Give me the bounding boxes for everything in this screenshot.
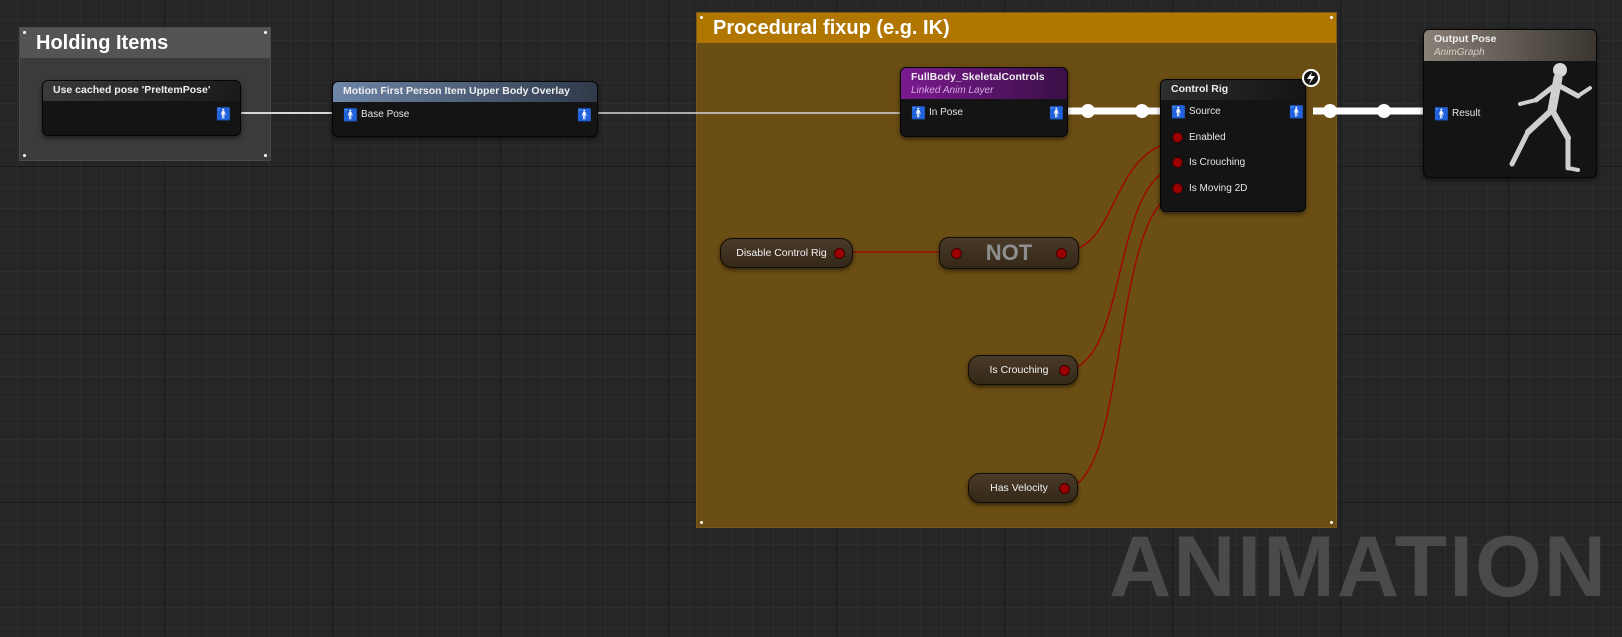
animation-watermark: ANIMATION <box>1109 519 1608 615</box>
fullbody-in-pose-pin[interactable]: 🚹 In Pose 🚹 <box>911 106 1064 120</box>
fullbody-skeletal-controls-node[interactable]: FullBody_SkeletalControls Linked Anim La… <box>900 67 1068 137</box>
reroute-knot <box>1135 104 1149 118</box>
disable-control-rig-node[interactable]: Disable Control Rig <box>720 238 853 268</box>
bool-pin[interactable] <box>952 249 961 258</box>
fast-path-bolt-icon <box>1302 69 1320 87</box>
control-rig-title: Control Rig <box>1161 80 1305 100</box>
pose-pin-icon[interactable]: 🚹 <box>1434 107 1449 121</box>
pose-pin-icon[interactable]: 🚹 <box>343 108 358 122</box>
bool-pin[interactable] <box>1173 184 1182 193</box>
control-rig-source-pin[interactable]: 🚹 Source 🚹 <box>1171 105 1304 119</box>
bool-pin[interactable] <box>835 249 844 258</box>
bool-pin[interactable] <box>1060 484 1069 493</box>
output-pose-node[interactable]: Output Pose AnimGraph 🚹 Result <box>1423 29 1597 178</box>
control-rig-is-crouching-label: Is Crouching <box>1189 157 1246 168</box>
bool-pin[interactable] <box>1173 158 1182 167</box>
not-label: NOT <box>985 240 1033 265</box>
is-crouching-variable-label: Is Crouching <box>989 364 1049 376</box>
overlay-base-pose-label: Base Pose <box>361 109 410 120</box>
overlay-base-pose-pin[interactable]: 🚹 Base Pose 🚹 <box>343 108 593 122</box>
bool-pin[interactable] <box>1173 133 1182 142</box>
pose-pin-icon[interactable]: 🚹 <box>1049 106 1064 120</box>
reroute-knot <box>1323 104 1337 118</box>
cached-pose-node[interactable]: Use cached pose 'PreItemPose' 🚹 <box>42 80 241 136</box>
output-pose-subtitle: AnimGraph <box>1434 47 1485 58</box>
control-rig-is-crouching-pin[interactable]: Is Crouching <box>1171 156 1301 170</box>
pose-pin-icon[interactable]: 🚹 <box>911 106 926 120</box>
not-node[interactable]: NOT <box>939 237 1079 269</box>
is-crouching-variable-node[interactable]: Is Crouching <box>968 355 1078 385</box>
control-rig-is-moving-2d-label: Is Moving 2D <box>1189 183 1248 194</box>
overlay-node[interactable]: Motion First Person Item Upper Body Over… <box>332 81 598 137</box>
mannequin-icon <box>1509 63 1592 172</box>
pose-pin-icon[interactable]: 🚹 <box>1171 105 1186 119</box>
reroute-knot <box>1081 104 1095 118</box>
bool-pin[interactable] <box>1057 249 1066 258</box>
pose-pin-icon[interactable]: 🚹 <box>577 108 592 122</box>
control-rig-node[interactable]: Control Rig 🚹 Source 🚹 Enabled Is Crouch… <box>1160 79 1306 212</box>
control-rig-is-moving-2d-pin[interactable]: Is Moving 2D <box>1171 182 1301 196</box>
bool-pin[interactable] <box>1060 366 1069 375</box>
control-rig-source-label: Source <box>1189 106 1221 117</box>
pose-pin-icon[interactable]: 🚹 <box>1289 105 1304 119</box>
output-pose-result-label: Result <box>1452 108 1481 119</box>
fullbody-in-pose-label: In Pose <box>929 107 963 118</box>
fullbody-header: FullBody_SkeletalControls Linked Anim La… <box>901 68 1067 99</box>
control-rig-enabled-pin[interactable]: Enabled <box>1171 131 1301 145</box>
reroute-knot <box>1377 104 1391 118</box>
disable-control-rig-label: Disable Control Rig <box>736 247 827 259</box>
fullbody-subtitle: Linked Anim Layer <box>911 85 994 96</box>
has-velocity-variable-label: Has Velocity <box>990 482 1048 494</box>
has-velocity-variable-node[interactable]: Has Velocity <box>968 473 1078 503</box>
bool-wire-velocity-to-moving <box>1063 192 1183 489</box>
cached-pose-title: Use cached pose 'PreItemPose' <box>43 81 240 101</box>
output-pose-header: Output Pose AnimGraph <box>1424 30 1596 61</box>
overlay-title: Motion First Person Item Upper Body Over… <box>333 82 597 102</box>
control-rig-enabled-label: Enabled <box>1189 132 1226 143</box>
pose-pin-icon[interactable]: 🚹 <box>216 107 231 121</box>
